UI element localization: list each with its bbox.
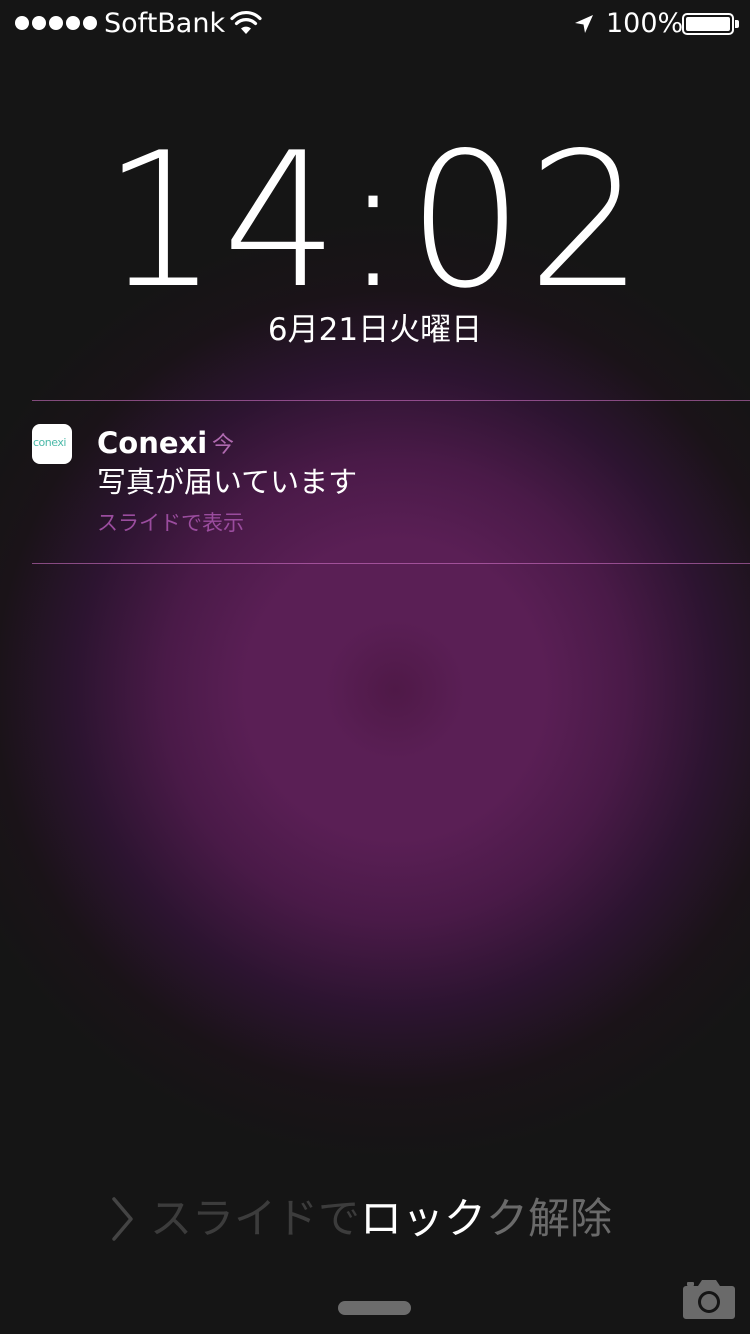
notification-divider-bottom bbox=[32, 563, 750, 564]
notification-card[interactable]: conexi Conexi 今 写真が届いています スライドで表示 bbox=[0, 401, 750, 563]
chevron-right-icon bbox=[112, 1197, 133, 1241]
notification-action-hint: スライドで表示 bbox=[97, 511, 244, 535]
camera-icon[interactable] bbox=[682, 1276, 736, 1320]
notification-time: 今 bbox=[212, 433, 235, 458]
status-bar: SoftBank 100% bbox=[0, 0, 750, 48]
carrier-name: SoftBank bbox=[104, 8, 226, 39]
page-indicator bbox=[338, 1301, 411, 1315]
conexi-app-icon: conexi bbox=[32, 424, 72, 464]
notification-app-name: Conexi bbox=[97, 426, 208, 460]
lock-screen-time: 14:02 bbox=[102, 112, 648, 329]
unlock-text-bright: ロック bbox=[360, 1194, 487, 1243]
signal-strength-icon bbox=[15, 16, 97, 30]
notification-message: 写真が届いています bbox=[97, 465, 358, 499]
lock-screen-date: 6月21日火曜日 bbox=[267, 312, 483, 348]
slide-to-unlock[interactable]: スライドで ロック ク解除 bbox=[110, 1192, 612, 1246]
location-arrow-icon bbox=[575, 15, 593, 33]
unlock-text-dim: スライドで bbox=[150, 1194, 361, 1243]
unlock-text-fade: ク解除 bbox=[486, 1194, 613, 1243]
wifi-icon bbox=[230, 11, 262, 34]
battery-percentage: 100% bbox=[606, 8, 684, 39]
app-icon-logo-text: conexi bbox=[33, 436, 66, 449]
battery-icon bbox=[682, 13, 739, 35]
